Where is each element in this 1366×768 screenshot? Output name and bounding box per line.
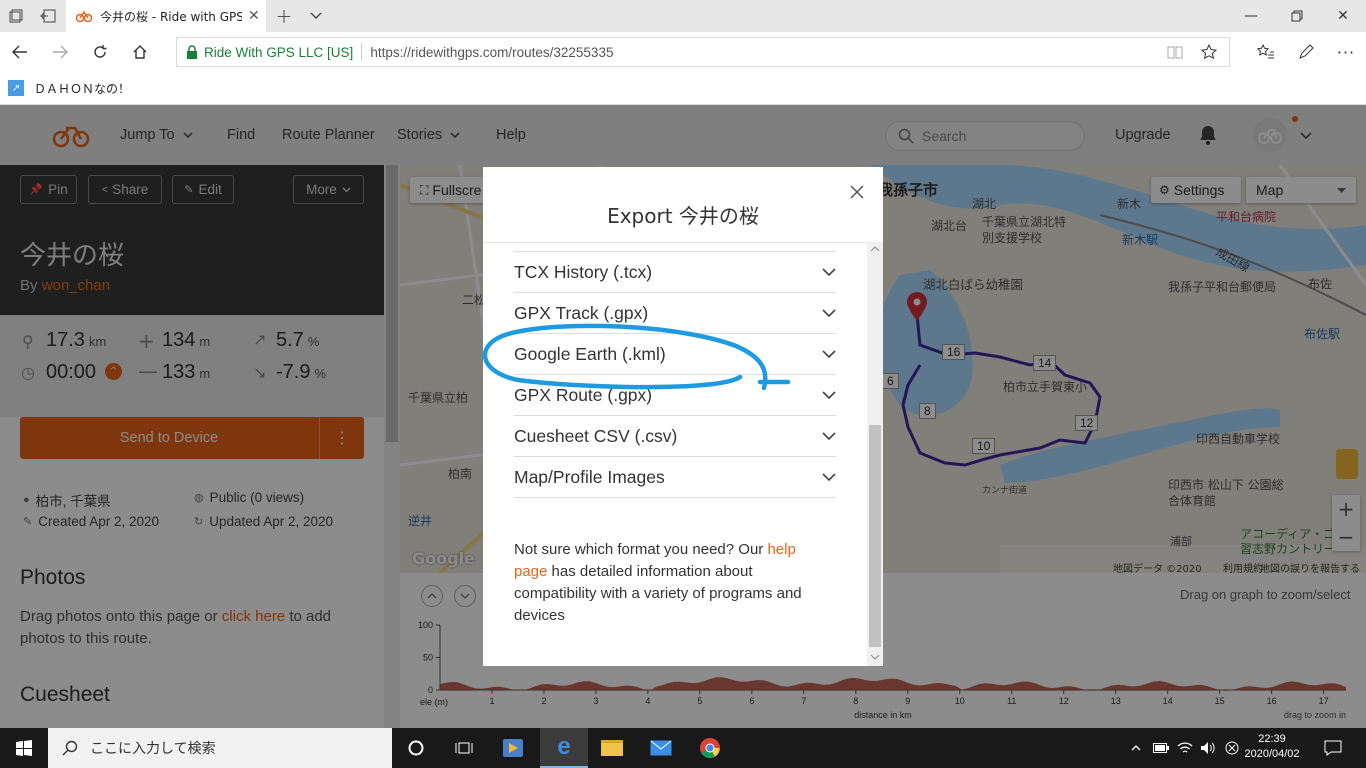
action-center-icon[interactable]	[1310, 728, 1356, 768]
active-tab[interactable]: 今井の桜 - Ride with GPS ✕	[66, 0, 266, 32]
refresh-icon[interactable]	[80, 32, 120, 72]
close-tab-icon[interactable]: ✕	[248, 8, 260, 24]
windows-taskbar: ここに入力して検索 e 22:39 2020/04/02	[0, 728, 1366, 768]
search-icon	[62, 740, 78, 756]
browser-tab-strip: 今井の桜 - Ride with GPS ✕ + — ✕	[0, 0, 1366, 32]
settings-more-icon[interactable]: ···	[1326, 32, 1366, 72]
favorite-site-icon: ↗	[8, 80, 24, 96]
export-format-images[interactable]: Map/Profile Images	[514, 457, 836, 498]
chevron-down-icon	[822, 432, 836, 440]
cortana-icon[interactable]	[392, 728, 440, 768]
clock-date: 2020/04/02	[1244, 748, 1300, 760]
chevron-down-icon	[822, 268, 836, 276]
back-icon[interactable]	[0, 32, 40, 72]
scroll-down-arrow-icon[interactable]	[870, 654, 880, 660]
close-icon[interactable]	[848, 183, 866, 201]
minimize-icon[interactable]: —	[1228, 0, 1274, 32]
address-bar[interactable]: Ride With GPS LLC [US] https://ridewithg…	[176, 37, 1230, 67]
export-format-tcx[interactable]: TCX History (.tcx)	[514, 252, 836, 293]
media-player-icon[interactable]	[489, 728, 537, 768]
export-help-note: Not sure which format you need? Our help…	[514, 541, 802, 624]
scroll-up-arrow-icon[interactable]	[870, 246, 880, 252]
certificate-org: Ride With GPS LLC [US]	[204, 44, 354, 60]
task-view-icon[interactable]	[440, 728, 488, 768]
favorites-hub-icon[interactable]	[1246, 32, 1286, 72]
clock-time: 22:39	[1258, 733, 1286, 745]
tab-actions-icon[interactable]	[0, 0, 32, 32]
export-dialog-scrollbar-thumb[interactable]	[869, 425, 881, 647]
annotation-circle	[482, 323, 791, 391]
format-label: GPX Track (.gpx)	[514, 302, 649, 323]
favorite-link[interactable]: ＤＡＨＯＮなの！	[34, 80, 130, 97]
close-window-icon[interactable]: ✕	[1320, 0, 1366, 32]
favorites-bar: ↗ ＤＡＨＯＮなの！	[0, 72, 1366, 105]
edge-browser-icon[interactable]: e	[540, 728, 588, 768]
browser-navbar: Ride With GPS LLC [US] https://ridewithg…	[0, 32, 1366, 72]
format-label: Map/Profile Images	[514, 466, 665, 487]
new-tab-icon[interactable]: +	[268, 0, 300, 32]
file-explorer-icon[interactable]	[588, 728, 636, 768]
favorite-star-icon[interactable]	[1201, 44, 1217, 60]
mail-icon[interactable]	[637, 728, 685, 768]
chevron-down-icon	[822, 350, 836, 358]
tab-title: 今井の桜 - Ride with GPS	[100, 9, 242, 24]
taskbar-search-placeholder: ここに入力して検索	[90, 741, 216, 757]
lock-icon	[187, 45, 197, 59]
set-tabs-aside-icon[interactable]	[32, 0, 64, 32]
tray-overflow-chevron-icon[interactable]	[1124, 728, 1148, 768]
format-label: TCX History (.tcx)	[514, 261, 653, 282]
restore-icon[interactable]	[1274, 0, 1320, 32]
url-text: https://ridewithgps.com/routes/32255335	[370, 44, 614, 60]
ridewithgps-favicon-icon	[76, 10, 92, 22]
chevron-down-icon	[822, 473, 836, 481]
export-format-csv[interactable]: Cuesheet CSV (.csv)	[514, 416, 836, 457]
windows-start-icon[interactable]	[0, 728, 48, 768]
ime-mode-icon[interactable]	[1220, 728, 1244, 768]
battery-icon[interactable]	[1149, 728, 1173, 768]
tab-list-chevron-icon[interactable]	[300, 0, 332, 32]
chevron-down-icon	[822, 391, 836, 399]
chevron-down-icon	[822, 309, 836, 317]
pen-notes-icon[interactable]	[1286, 32, 1326, 72]
forward-icon[interactable]	[40, 32, 80, 72]
volume-icon[interactable]	[1196, 728, 1220, 768]
export-dialog: Export 今井の桜 TCX History (.tcx) GPX Track…	[483, 167, 883, 666]
export-dialog-title: Export 今井の桜	[607, 204, 759, 228]
format-label: Cuesheet CSV (.csv)	[514, 425, 678, 446]
reading-view-icon[interactable]	[1167, 45, 1183, 59]
wifi-icon[interactable]	[1173, 728, 1197, 768]
chrome-icon[interactable]	[686, 728, 734, 768]
home-icon[interactable]	[120, 32, 160, 72]
taskbar-clock[interactable]: 22:39 2020/04/02	[1242, 732, 1302, 762]
taskbar-search-input[interactable]: ここに入力して検索	[48, 728, 392, 768]
export-format-list: TCX History (.tcx) GPX Track (.gpx) Goog…	[483, 242, 867, 666]
